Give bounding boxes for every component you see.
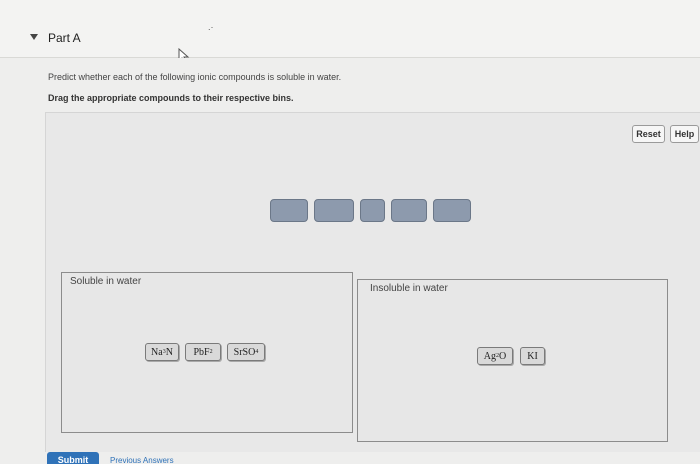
chip-text: Na xyxy=(151,346,163,358)
compound-chip-srso4[interactable]: SrSO 4 xyxy=(227,343,265,361)
chip-subscript: 4 xyxy=(255,349,259,355)
chip-text: N xyxy=(165,346,173,358)
reset-button[interactable]: Reset xyxy=(632,125,665,143)
empty-slot[interactable] xyxy=(314,199,354,222)
empty-slot[interactable] xyxy=(391,199,427,222)
decorative-dots: .· xyxy=(208,22,214,32)
part-header[interactable]: Part A .· xyxy=(0,0,700,64)
empty-slot[interactable] xyxy=(270,199,308,222)
compound-chip-pbf2[interactable]: PbF 2 xyxy=(185,343,221,361)
chip-text: SrSO xyxy=(233,346,256,358)
instruction-drag-text: Drag the appropriate compounds to their … xyxy=(48,93,294,103)
compound-chip-ki[interactable]: KI xyxy=(520,347,545,365)
empty-slot[interactable] xyxy=(360,199,385,222)
compound-chip-ag2o[interactable]: Ag 2 O xyxy=(477,347,513,365)
instruction-text: Predict whether each of the following io… xyxy=(48,72,342,82)
chip-text: O xyxy=(499,350,507,362)
empty-slot[interactable] xyxy=(433,199,471,222)
insoluble-bin-label: Insoluble in water xyxy=(370,283,448,294)
collapse-caret-icon[interactable] xyxy=(30,34,38,40)
help-button[interactable]: Help xyxy=(670,125,699,143)
previous-answers-link[interactable]: Previous Answers xyxy=(110,456,174,464)
compound-chip-na3n[interactable]: Na 3 N xyxy=(145,343,179,361)
part-title: Part A xyxy=(48,31,81,45)
chip-subscript: 2 xyxy=(209,349,213,355)
chip-text: PbF xyxy=(193,346,210,358)
chip-text: KI xyxy=(527,350,538,362)
submit-button[interactable]: Submit xyxy=(47,452,99,464)
chip-text: Ag xyxy=(483,350,496,362)
soluble-bin-label: Soluble in water xyxy=(70,276,142,287)
